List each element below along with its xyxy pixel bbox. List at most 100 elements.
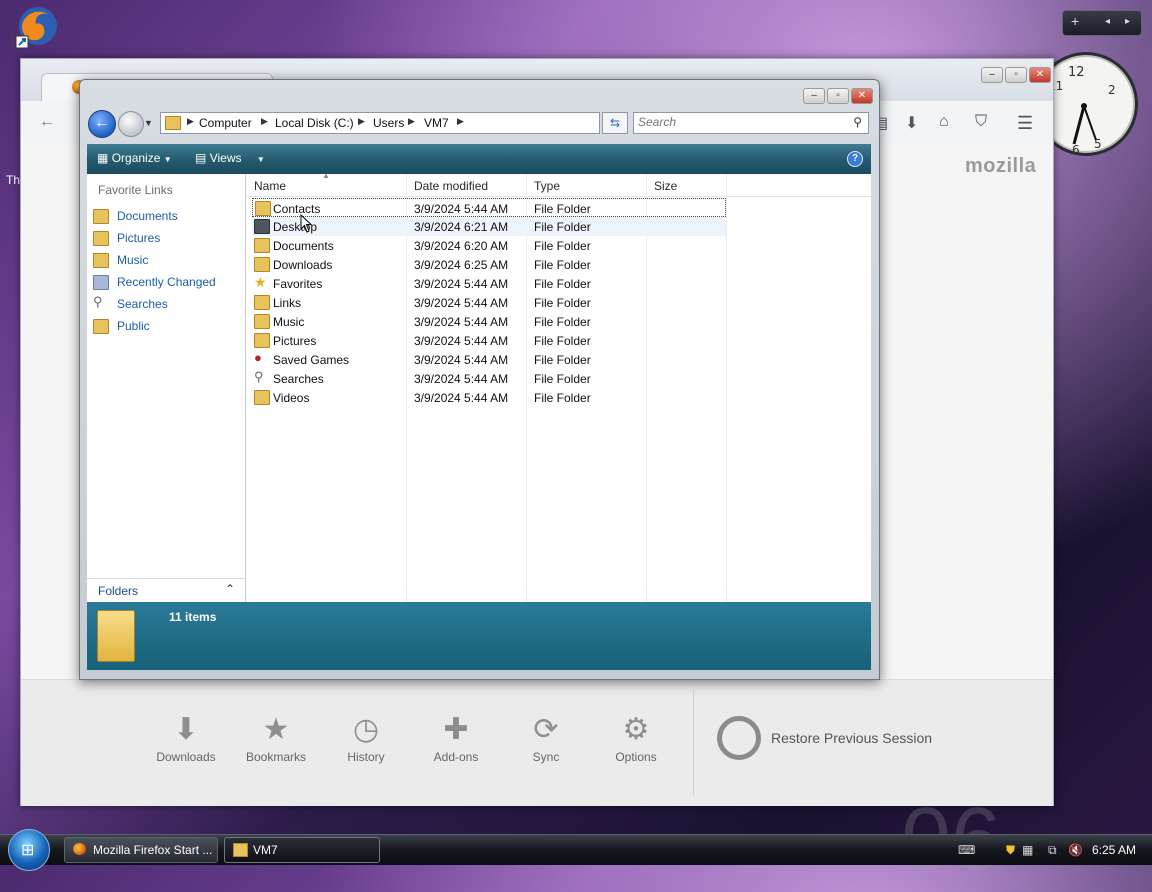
restore-session-icon[interactable]: [717, 716, 761, 760]
breadcrumb-vm7[interactable]: VM7: [424, 116, 449, 130]
add-gadget-button[interactable]: +: [1071, 13, 1079, 29]
search-icon[interactable]: ⚲: [853, 115, 862, 129]
column-header-type[interactable]: Type: [534, 179, 560, 193]
favorite-link-recently-changed[interactable]: Recently Changed: [93, 272, 243, 292]
favorite-link-public[interactable]: Public: [93, 316, 243, 336]
back-button[interactable]: ←: [88, 110, 116, 138]
file-row-searches[interactable]: ⚲ Searches 3/9/2024 5:44 AM File Folder: [252, 369, 726, 388]
chevron-down-icon: ▼: [256, 155, 265, 164]
breadcrumb-separator-icon[interactable]: ▶: [457, 116, 464, 127]
taskbar-button-firefox[interactable]: Mozilla Firefox Start ...: [64, 837, 218, 863]
close-button[interactable]: ✕: [1029, 67, 1051, 83]
gear-icon: ⚙: [622, 713, 650, 746]
file-name: Downloads: [273, 258, 333, 272]
folders-toggle[interactable]: Folders ⌃: [87, 578, 245, 603]
launcher-addons[interactable]: ✚ Add-ons: [416, 710, 496, 764]
launcher-downloads[interactable]: ⬇ Downloads: [146, 710, 226, 764]
desktop-partial-text: Th: [6, 173, 21, 187]
home-icon[interactable]: ⌂: [939, 113, 949, 131]
views-button[interactable]: ▤ Views ▼: [195, 151, 265, 165]
file-name: Favorites: [273, 277, 323, 291]
back-arrow-icon: ←: [94, 114, 110, 131]
search-input[interactable]: [638, 115, 838, 129]
breadcrumb-users[interactable]: Users: [373, 116, 404, 130]
favorite-link-pictures[interactable]: Pictures: [93, 228, 243, 248]
organize-button[interactable]: ▦ Organize ▼: [97, 151, 172, 165]
pocket-icon[interactable]: ⛉: [975, 113, 987, 131]
taskbar-button-explorer[interactable]: VM7: [224, 837, 380, 863]
minimize-button[interactable]: –: [803, 88, 825, 104]
column-divider[interactable]: [726, 174, 727, 602]
restore-session-button[interactable]: Restore Previous Session: [771, 730, 932, 746]
file-row-pictures[interactable]: Pictures 3/9/2024 5:44 AM File Folder: [252, 331, 726, 350]
firefox-back-icon[interactable]: ←: [39, 113, 55, 131]
documents-folder-icon: [93, 209, 109, 224]
launcher-bookmarks[interactable]: ★ Bookmarks: [236, 710, 316, 764]
file-row-documents[interactable]: Documents 3/9/2024 6:20 AM File Folder: [252, 236, 726, 255]
favorite-link-documents[interactable]: Documents: [93, 206, 243, 226]
refresh-button[interactable]: ⇆: [602, 112, 628, 134]
file-row-links[interactable]: Links 3/9/2024 5:44 AM File Folder: [252, 293, 726, 312]
recent-pages-dropdown[interactable]: ▼: [144, 118, 153, 128]
launcher-options[interactable]: ⚙ Options: [596, 710, 676, 764]
clock-numeral-2: 2: [1108, 83, 1116, 97]
launcher-sync[interactable]: ⟳ Sync: [506, 710, 586, 764]
details-pane: 11 items: [87, 602, 871, 670]
maximize-button[interactable]: ▫: [1005, 67, 1027, 83]
minimize-button[interactable]: –: [981, 67, 1003, 83]
file-row-music[interactable]: Music 3/9/2024 5:44 AM File Folder: [252, 312, 726, 331]
file-row-saved-games[interactable]: ● Saved Games 3/9/2024 5:44 AM File Fold…: [252, 350, 726, 369]
taskbar-button-label: Mozilla Firefox Start ...: [93, 843, 213, 857]
sidebar-icon[interactable]: ▦: [1022, 843, 1033, 857]
desktop-firefox-shortcut[interactable]: [14, 4, 60, 50]
file-date: 3/9/2024 6:21 AM: [414, 220, 509, 234]
explorer-window-controls: – ▫ ✕: [801, 88, 873, 104]
folders-label: Folders: [98, 584, 139, 598]
previous-gadget-button[interactable]: ◂: [1105, 16, 1110, 27]
keyboard-icon[interactable]: ⌨: [958, 843, 975, 857]
close-button[interactable]: ✕: [851, 88, 873, 104]
launcher-label: Add-ons: [433, 750, 479, 764]
file-row-contacts[interactable]: Contacts 3/9/2024 5:44 AM File Folder: [252, 198, 726, 217]
start-button[interactable]: ⊞: [8, 829, 50, 871]
star-icon: ★: [254, 274, 267, 290]
breadcrumb-separator-icon[interactable]: ▶: [187, 116, 194, 127]
column-header-date-modified[interactable]: Date modified: [414, 179, 488, 193]
menu-icon[interactable]: ☰: [1017, 113, 1033, 134]
column-header-size[interactable]: Size: [654, 179, 677, 193]
breadcrumb-computer[interactable]: Computer: [199, 116, 252, 130]
favorite-link-label: Documents: [117, 209, 178, 223]
file-date: 3/9/2024 6:20 AM: [414, 239, 509, 253]
volume-muted-icon[interactable]: 🔇: [1068, 843, 1083, 857]
favorite-link-searches[interactable]: ⚲ Searches: [93, 294, 243, 314]
system-tray: ⌨ ⛊ ▦ ⧉ 🔇 6:25 AM: [954, 835, 1152, 865]
launcher-label: Downloads: [156, 750, 216, 764]
breadcrumb-local-disk[interactable]: Local Disk (C:): [275, 116, 354, 130]
maximize-button[interactable]: ▫: [827, 88, 849, 104]
file-type: File Folder: [534, 353, 591, 367]
clock-gadget[interactable]: 12 11 2 5 6: [1034, 48, 1138, 168]
breadcrumb-separator-icon[interactable]: ▶: [358, 116, 365, 127]
forward-button[interactable]: [118, 111, 144, 137]
clock-icon: ◷: [352, 713, 380, 746]
taskbar-clock[interactable]: 6:25 AM: [1092, 843, 1136, 857]
file-row-videos[interactable]: Videos 3/9/2024 5:44 AM File Folder: [252, 388, 726, 407]
file-row-favorites[interactable]: ★ Favorites 3/9/2024 5:44 AM File Folder: [252, 274, 726, 293]
clock-numeral-12: 12: [1068, 65, 1085, 80]
address-bar[interactable]: ▶ Computer ▶ Local Disk (C:) ▶ Users ▶ V…: [160, 112, 674, 134]
file-row-downloads[interactable]: Downloads 3/9/2024 6:25 AM File Folder: [252, 255, 726, 274]
security-shield-icon[interactable]: ⛊: [1006, 843, 1015, 858]
file-row-desktop[interactable]: Desktop 3/9/2024 6:21 AM File Folder: [252, 217, 726, 236]
downloads-toolbar-icon[interactable]: ⬇: [905, 113, 918, 133]
favorite-link-music[interactable]: Music: [93, 250, 243, 270]
launcher-history[interactable]: ◷ History: [326, 710, 406, 764]
column-header-name[interactable]: Name: [254, 179, 286, 193]
breadcrumb-separator-icon[interactable]: ▶: [261, 116, 268, 127]
file-date: 3/9/2024 5:44 AM: [414, 277, 509, 291]
network-icon[interactable]: ⧉: [1048, 843, 1057, 858]
help-icon[interactable]: ?: [847, 151, 863, 167]
next-gadget-button[interactable]: ▸: [1125, 16, 1130, 27]
breadcrumb-separator-icon[interactable]: ▶: [408, 116, 415, 127]
downloads-folder-icon: [254, 257, 270, 272]
explorer-command-bar: ▦ Organize ▼ ▤ Views ▼ ?: [87, 144, 871, 174]
